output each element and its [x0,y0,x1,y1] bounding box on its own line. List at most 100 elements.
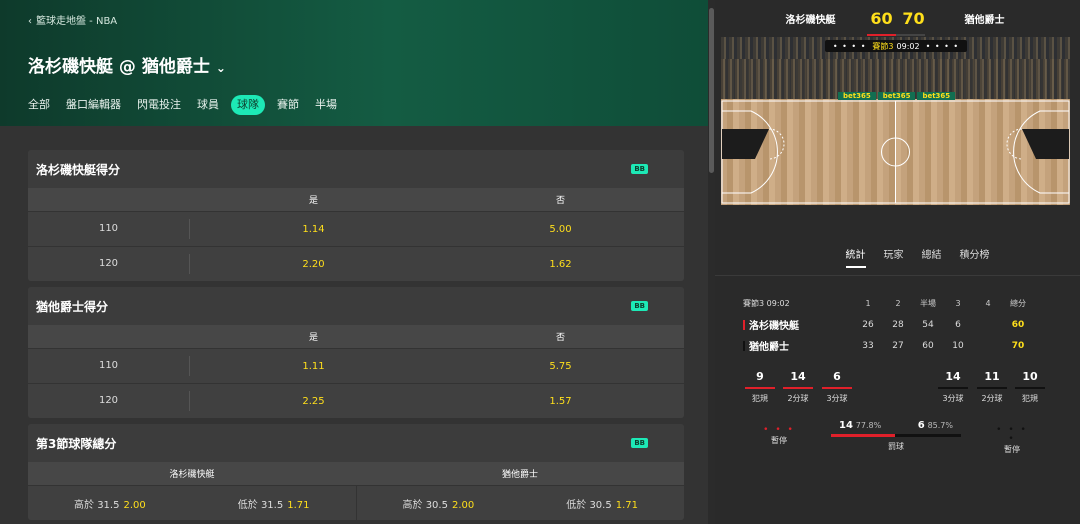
away-timeouts: • • • • 暫停 [992,426,1032,455]
market-card: 猶他爵士得分 BB 是 否 110 1.11 5.75 120 2.25 1.5… [28,287,684,418]
tab-half[interactable]: 半場 [315,95,337,115]
chevron-down-icon: ⌄ [215,61,226,75]
odds-button[interactable]: 2.25 [190,396,437,407]
away-3pt-stat: 14 3分球 [936,370,970,404]
col-half: 半場 [920,299,936,308]
odds-button[interactable]: 5.00 [437,224,684,235]
col-q1: 1 [865,299,871,308]
hud-time: 09:02 [896,41,920,51]
ft-label: 罰球 [888,442,904,451]
team-name: 猶他爵士 [749,342,789,353]
bet-builder-badge: BB [631,301,648,311]
table-row: 猶他爵士 33 27 60 10 70 [743,335,1055,356]
market-row: 高於 31.5 2.00 低於 31.5 1.71 高於 30.5 2.00 低於 3… [28,485,684,520]
tab-teams[interactable]: 球隊 [231,95,265,115]
line-value: 110 [28,219,190,239]
tab-standings[interactable]: 積分榜 [960,246,990,268]
column-header-yes: 是 [308,333,318,343]
score-cell: 28 [892,319,904,330]
away-2pt-stat: 11 2分球 [975,370,1009,404]
odds-button[interactable]: 高於 31.5 2.00 [28,496,192,511]
column-header-no: 否 [555,333,565,343]
column-headers: 洛杉磯快艇 猶他爵士 [28,462,684,485]
team-name: 洛杉磯快艇 [749,321,799,332]
tab-summary[interactable]: 總結 [922,246,942,268]
timeout-dots: • • • [763,425,795,435]
market-card: 洛杉磯快艇得分 BB 是 否 110 1.14 5.00 120 2.20 1.… [28,150,684,281]
away-fouls-stat: 10 犯規 [1013,370,1047,404]
chevron-left-icon: ‹ [28,16,32,27]
away-score: 70 [902,8,925,28]
ad-board: bet365 [838,92,876,100]
market-title: 洛杉磯快艇得分 [36,162,121,177]
column-header-yes: 是 [308,196,318,206]
market-title: 第3節球隊總分 [36,436,117,451]
tab-all[interactable]: 全部 [28,95,50,115]
game-clock-hud: • • • • 賽節3 09:02 • • • • [825,40,967,52]
period-clock: 09:02 [766,299,790,308]
court-visualization: • • • • 賽節3 09:02 • • • • bet365 bet365 [721,37,1070,205]
line-value: 120 [28,391,190,411]
home-ft-made: 14 [839,420,853,431]
away-team-name: 猶他爵士 [964,14,1005,26]
market-tabs: 全部 盤口編輯器 閃電投注 球員 球隊 賽節 半場 [28,95,353,115]
team-color-marker [743,319,745,330]
match-title[interactable]: 洛杉磯快艇 @ 猶他爵士 ⌄ [28,52,226,77]
tab-players[interactable]: 玩家 [884,246,904,268]
away-ft-made: 6 [917,420,925,431]
home-timeouts: • • • 暫停 [759,426,799,446]
match-title-label: 洛杉磯快艇 @ 猶他爵士 [28,57,210,77]
col-q2: 2 [895,299,901,308]
line-label: 高於 30.5 [402,499,448,511]
odds-button[interactable]: 1.11 [190,361,437,372]
score-cell: 60 [922,340,934,351]
divider [715,275,1080,276]
col-q3: 3 [955,299,961,308]
score-cell: 27 [892,340,904,351]
away-ft-pct: 85.7% [927,421,953,430]
col-q4: 4 [985,299,991,308]
odds-button[interactable]: 高於 30.5 2.00 [357,496,521,511]
odds-button[interactable]: 5.75 [437,361,684,372]
odds-button[interactable]: 1.57 [437,396,684,407]
bet-builder-badge: BB [631,438,648,448]
tab-stats[interactable]: 統計 [845,246,866,268]
tab-flash-bet[interactable]: 閃電投注 [137,95,181,115]
total-score: 60 [1011,319,1025,330]
line-value: 120 [28,254,190,274]
market-card-header[interactable]: 猶他爵士得分 BB [28,287,684,325]
scrollbar-thumb[interactable] [709,8,714,173]
ad-board: bet365 [877,92,916,100]
market-card-header[interactable]: 第3節球隊總分 BB [28,424,684,462]
free-throws-stat: 14 77.8% 6 85.7% 罰球 [831,420,961,452]
scoreboard: 洛杉磯快艇 60 70 猶他爵士 [715,0,1080,36]
match-header: ‹ 籃球走地盤 - NBA 洛杉磯快艇 @ 猶他爵士 ⌄ 全部 盤口編輯器 閃電投注… [0,0,708,126]
odds-button[interactable]: 2.20 [190,259,437,270]
tab-quarters[interactable]: 賽節 [277,95,299,115]
timeout-dots: • • • • [996,425,1028,444]
ad-board: bet365 [917,92,956,100]
tab-players[interactable]: 球員 [197,95,219,115]
match-live-panel: 洛杉磯快艇 60 70 猶他爵士 • • • • 賽節3 09:02 • • •… [715,0,1080,524]
line-value: 110 [28,356,190,376]
line-label: 低於 31.5 [237,499,284,511]
odds-button[interactable]: 低於 30.5 1.71 [520,496,684,511]
tab-market-editor[interactable]: 盤口編輯器 [66,95,121,115]
table-row: 洛杉磯快艇 26 28 54 6 60 [743,314,1055,335]
market-title: 猶他爵士得分 [36,299,109,314]
odds-button[interactable]: 1.14 [190,224,437,235]
market-row: 120 2.25 1.57 [28,383,684,418]
market-card-header[interactable]: 洛杉磯快艇得分 BB [28,150,684,188]
odds-value: 1.71 [287,499,310,511]
score-table-header: 賽節3 09:02 1 2 半場 3 4 總分 [743,293,1055,314]
home-team-name: 洛杉磯快艇 [785,14,836,26]
market-card: 第3節球隊總分 BB 洛杉磯快艇 猶他爵士 高於 31.5 2.00 低於 31.… [28,424,684,520]
breadcrumb[interactable]: ‹ 籃球走地盤 - NBA [28,12,117,27]
column-header-away: 猶他爵士 [501,470,538,480]
col-total: 總分 [1010,299,1026,308]
total-score: 70 [1011,340,1025,351]
timeouts-label: 暫停 [1004,445,1020,454]
home-score: 60 [870,8,893,28]
odds-button[interactable]: 低於 31.5 1.71 [192,496,356,511]
odds-button[interactable]: 1.62 [437,259,684,270]
